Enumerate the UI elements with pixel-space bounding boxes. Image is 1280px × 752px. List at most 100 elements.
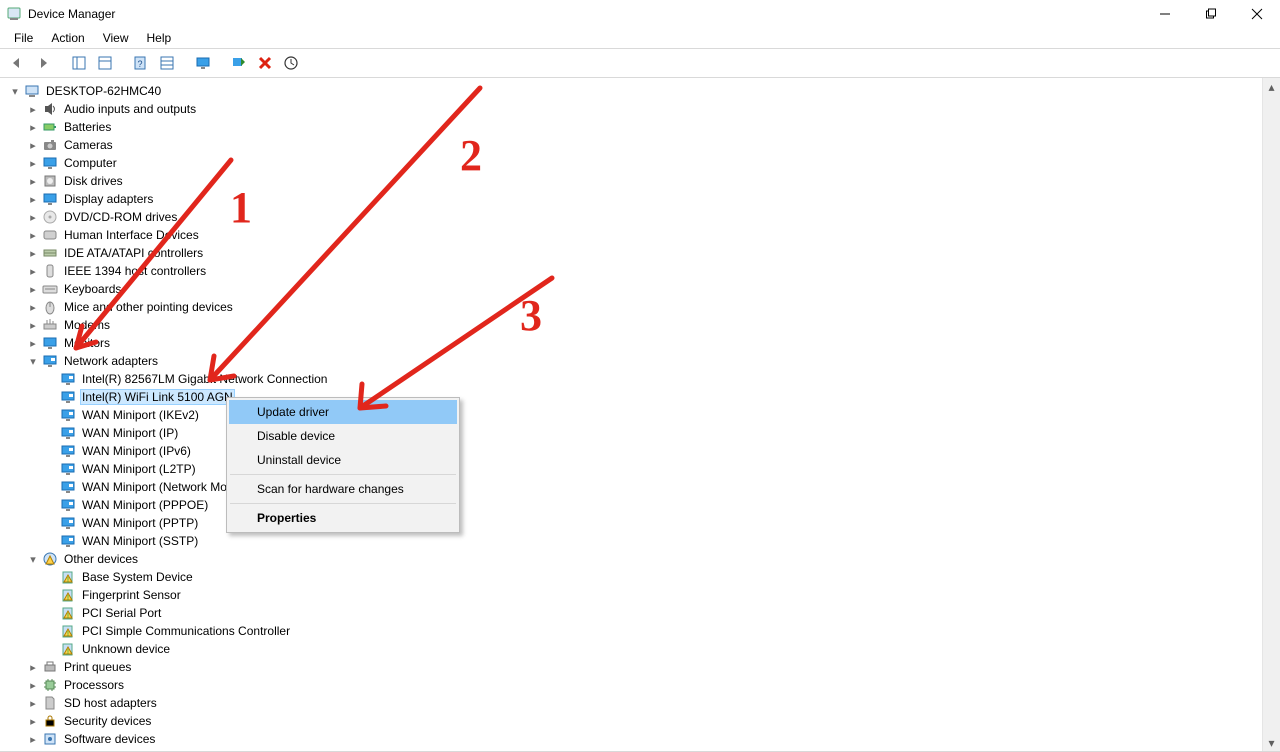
view-button[interactable] bbox=[156, 52, 178, 74]
tree-category-soft[interactable]: Software devices bbox=[4, 730, 1262, 748]
ctx-scan[interactable]: Scan for hardware changes bbox=[229, 477, 457, 501]
expand-toggle-icon[interactable] bbox=[26, 211, 40, 224]
tree-item-other[interactable]: PCI Serial Port bbox=[4, 604, 1262, 622]
network-adapter-icon bbox=[60, 371, 76, 387]
tree-category-cam[interactable]: Cameras bbox=[4, 136, 1262, 154]
tree-category-ide[interactable]: IDE ATA/ATAPI controllers bbox=[4, 244, 1262, 262]
expand-toggle-icon[interactable] bbox=[26, 103, 40, 116]
expand-toggle-icon[interactable] bbox=[26, 697, 40, 710]
ctx-properties[interactable]: Properties bbox=[229, 506, 457, 530]
scan-monitor-button[interactable] bbox=[192, 52, 214, 74]
ctx-disable-device[interactable]: Disable device bbox=[229, 424, 457, 448]
tree-category-dvd[interactable]: DVD/CD-ROM drives bbox=[4, 208, 1262, 226]
tree-item-network[interactable]: WAN Miniport (PPTP) bbox=[4, 514, 1262, 532]
menu-file[interactable]: File bbox=[6, 29, 41, 47]
expand-toggle-icon[interactable] bbox=[26, 733, 40, 746]
expand-toggle-icon[interactable] bbox=[26, 553, 40, 566]
tree-item-label: WAN Miniport (IKEv2) bbox=[80, 408, 201, 422]
tree-category-hid[interactable]: Human Interface Devices bbox=[4, 226, 1262, 244]
menu-help[interactable]: Help bbox=[139, 29, 180, 47]
tree-item-other[interactable]: Unknown device bbox=[4, 640, 1262, 658]
expand-toggle-icon[interactable] bbox=[26, 337, 40, 350]
tree-category-svc[interactable]: Sound, video and game controllers bbox=[4, 748, 1262, 751]
maximize-button[interactable] bbox=[1188, 0, 1234, 28]
tree-category-modem[interactable]: Modems bbox=[4, 316, 1262, 334]
help-button[interactable]: ? bbox=[130, 52, 152, 74]
expand-toggle-icon[interactable] bbox=[26, 157, 40, 170]
tree-category-prnq[interactable]: Print queues bbox=[4, 658, 1262, 676]
tree-item-label: WAN Miniport (PPTP) bbox=[80, 516, 200, 530]
expand-toggle-icon[interactable] bbox=[26, 193, 40, 206]
tree-item-label: Fingerprint Sensor bbox=[80, 588, 183, 602]
menu-view[interactable]: View bbox=[95, 29, 137, 47]
device-icon bbox=[42, 731, 58, 747]
back-button[interactable] bbox=[6, 52, 28, 74]
expand-toggle-icon[interactable] bbox=[26, 355, 40, 368]
vertical-scrollbar[interactable]: ▴ ▾ bbox=[1262, 78, 1280, 751]
app-icon bbox=[6, 6, 22, 22]
ctx-uninstall[interactable]: Uninstall device bbox=[229, 448, 457, 472]
expand-toggle-icon[interactable] bbox=[26, 283, 40, 296]
expand-toggle-icon[interactable] bbox=[8, 85, 22, 98]
scroll-down-icon[interactable]: ▾ bbox=[1263, 734, 1280, 751]
tree-item-label: Base System Device bbox=[80, 570, 195, 584]
expand-toggle-icon[interactable] bbox=[26, 751, 40, 752]
tree-category-sec[interactable]: Security devices bbox=[4, 712, 1262, 730]
tree-category-network[interactable]: Network adapters bbox=[4, 352, 1262, 370]
network-adapter-icon bbox=[60, 443, 76, 459]
tree-item-network[interactable]: WAN Miniport (SSTP) bbox=[4, 532, 1262, 550]
tree-category-comp[interactable]: Computer bbox=[4, 154, 1262, 172]
tree-item-network[interactable]: WAN Miniport (Network Monitor) bbox=[4, 478, 1262, 496]
tree-category-mon[interactable]: Monitors bbox=[4, 334, 1262, 352]
tree-category-proc[interactable]: Processors bbox=[4, 676, 1262, 694]
tree-item-label: Other devices bbox=[62, 552, 140, 566]
expand-toggle-icon[interactable] bbox=[26, 229, 40, 242]
show-hide-tree-button[interactable] bbox=[68, 52, 90, 74]
network-adapter-icon bbox=[60, 425, 76, 441]
tree-category-1394[interactable]: IEEE 1394 host controllers bbox=[4, 262, 1262, 280]
scroll-up-icon[interactable]: ▴ bbox=[1263, 78, 1280, 95]
tree-item-label: SD host adapters bbox=[62, 696, 159, 710]
scan-hardware-button[interactable] bbox=[280, 52, 302, 74]
minimize-button[interactable] bbox=[1142, 0, 1188, 28]
expand-toggle-icon[interactable] bbox=[26, 139, 40, 152]
properties-button[interactable] bbox=[94, 52, 116, 74]
tree-root[interactable]: DESKTOP-62HMC40 bbox=[4, 82, 1262, 100]
tree-category-kbd[interactable]: Keyboards bbox=[4, 280, 1262, 298]
tree-item-network[interactable]: WAN Miniport (IKEv2) bbox=[4, 406, 1262, 424]
tree-item-other[interactable]: PCI Simple Communications Controller bbox=[4, 622, 1262, 640]
expand-toggle-icon[interactable] bbox=[26, 301, 40, 314]
tree-category-audio[interactable]: Audio inputs and outputs bbox=[4, 100, 1262, 118]
tree-category-other[interactable]: Other devices bbox=[4, 550, 1262, 568]
uninstall-button[interactable] bbox=[254, 52, 276, 74]
device-tree[interactable]: DESKTOP-62HMC40Audio inputs and outputsB… bbox=[0, 78, 1262, 751]
expand-toggle-icon[interactable] bbox=[26, 265, 40, 278]
expand-toggle-icon[interactable] bbox=[26, 661, 40, 674]
tree-category-sd[interactable]: SD host adapters bbox=[4, 694, 1262, 712]
expand-toggle-icon[interactable] bbox=[26, 247, 40, 260]
expand-toggle-icon[interactable] bbox=[26, 175, 40, 188]
tree-category-disp[interactable]: Display adapters bbox=[4, 190, 1262, 208]
ctx-update-driver[interactable]: Update driver bbox=[229, 400, 457, 424]
tree-item-network[interactable]: WAN Miniport (IP) bbox=[4, 424, 1262, 442]
tree-item-network[interactable]: WAN Miniport (IPv6) bbox=[4, 442, 1262, 460]
expand-toggle-icon[interactable] bbox=[26, 121, 40, 134]
update-driver-button[interactable] bbox=[228, 52, 250, 74]
menu-action[interactable]: Action bbox=[43, 29, 92, 47]
tree-item-network[interactable]: WAN Miniport (L2TP) bbox=[4, 460, 1262, 478]
close-button[interactable] bbox=[1234, 0, 1280, 28]
tree-category-disk[interactable]: Disk drives bbox=[4, 172, 1262, 190]
expand-toggle-icon[interactable] bbox=[26, 679, 40, 692]
expand-toggle-icon[interactable] bbox=[26, 319, 40, 332]
tree-item-other[interactable]: Base System Device bbox=[4, 568, 1262, 586]
tree-item-network[interactable]: Intel(R) 82567LM Gigabit Network Connect… bbox=[4, 370, 1262, 388]
tree-item-network[interactable]: WAN Miniport (PPPOE) bbox=[4, 496, 1262, 514]
forward-button[interactable] bbox=[32, 52, 54, 74]
tree-category-mouse[interactable]: Mice and other pointing devices bbox=[4, 298, 1262, 316]
tree-category-batt[interactable]: Batteries bbox=[4, 118, 1262, 136]
tree-item-network[interactable]: Intel(R) WiFi Link 5100 AGN bbox=[4, 388, 1262, 406]
tree-item-other[interactable]: Fingerprint Sensor bbox=[4, 586, 1262, 604]
network-adapter-icon bbox=[60, 407, 76, 423]
tree-item-label: Cameras bbox=[62, 138, 115, 152]
expand-toggle-icon[interactable] bbox=[26, 715, 40, 728]
